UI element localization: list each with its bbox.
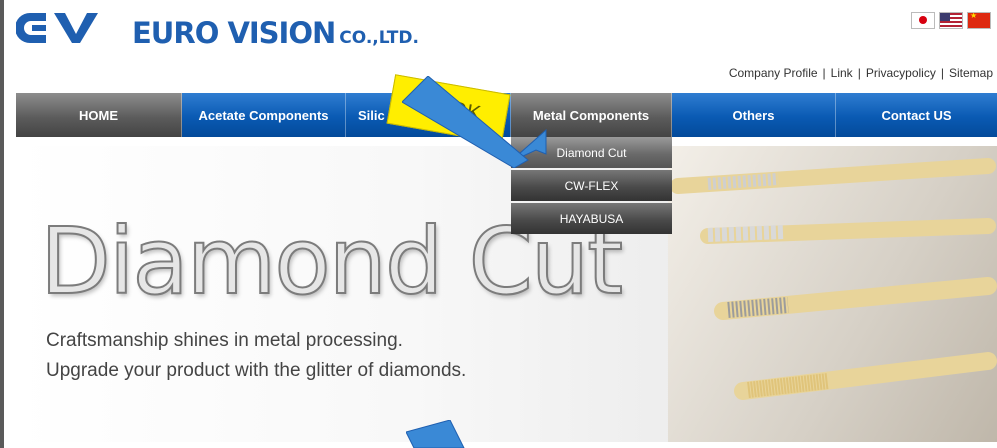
nav-label: Others [732,107,775,123]
metal-components-illustration [670,158,997,400]
dropdown-item-cw-flex[interactable]: CW-FLEX [511,170,672,201]
english-flag-icon[interactable] [939,12,963,29]
chinese-flag-icon[interactable] [967,12,991,29]
nav-label: Silic [358,107,385,123]
brand-name[interactable]: EURO VISION CO.,LTD. [132,16,419,50]
product-photo [668,146,997,442]
dropdown-item-hayabusa[interactable]: HAYABUSA [511,203,672,234]
japanese-flag-icon[interactable] [911,12,935,29]
hero-tagline-1: Craftsmanship shines in metal processing… [46,330,403,351]
separator: | [822,66,826,80]
hero-banner: Diamond Cut Craftsmanship shines in meta… [16,146,997,442]
nav-contact-us[interactable]: Contact US [836,93,997,137]
language-switcher [911,12,991,29]
sitemap-link[interactable]: Sitemap [949,66,993,80]
arrow-tail-icon [406,420,465,448]
nav-label: Contact US [881,107,952,123]
nav-acetate-components[interactable]: Acetate Components [182,93,346,137]
link-link[interactable]: Link [831,66,853,80]
separator: | [857,66,861,80]
brand-text: EURO VISION [132,16,336,50]
nav-label: Acetate Components [198,107,329,123]
nav-label: HOME [79,107,118,123]
brand-suffix: CO.,LTD. [339,28,419,48]
arrow-body-icon [402,76,529,168]
utility-links: Company Profile | Link | Privacypolicy |… [729,66,993,80]
nav-home[interactable]: HOME [16,93,182,137]
separator: | [940,66,944,80]
page-frame: EURO VISIONCO.,LTD. Company Profile | Li… [4,0,997,448]
company-logo[interactable] [16,10,114,46]
hero-tagline-2: Upgrade your product with the glitter of… [46,360,467,381]
privacy-policy-link[interactable]: Privacypolicy [866,66,936,80]
company-profile-link[interactable]: Company Profile [729,66,818,80]
nav-others[interactable]: Others [672,93,836,137]
